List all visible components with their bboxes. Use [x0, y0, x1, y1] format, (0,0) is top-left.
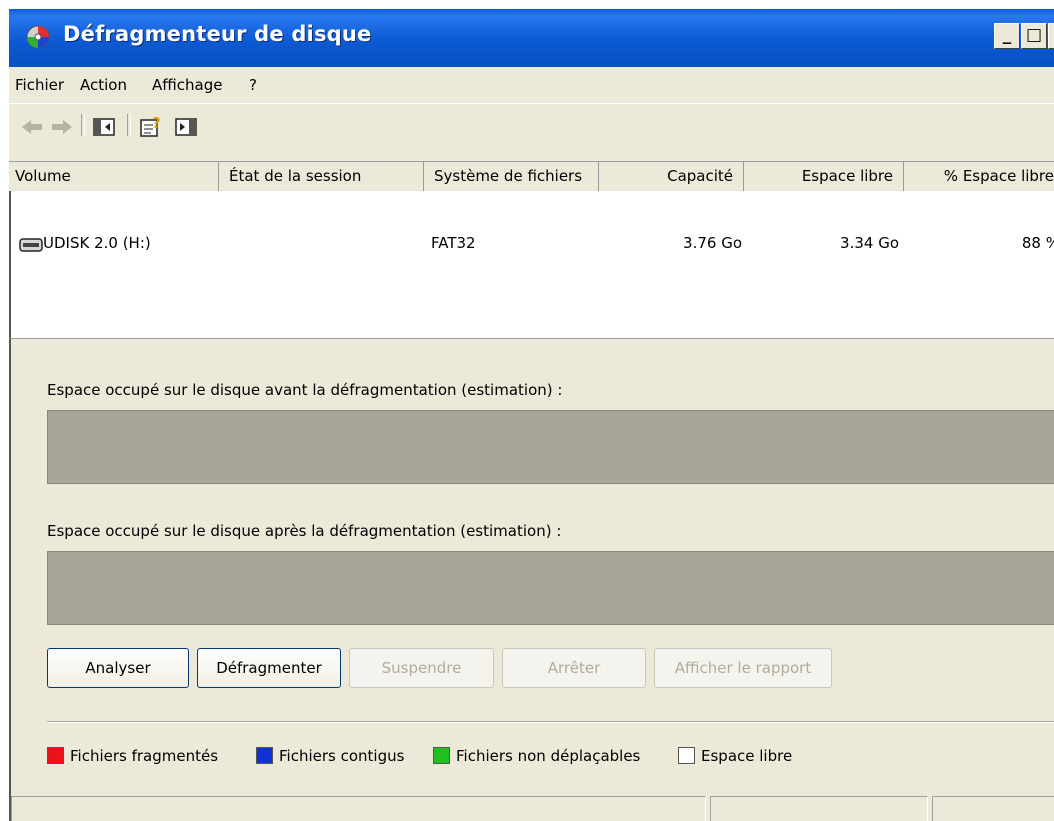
status-pane-3	[932, 796, 1054, 821]
defrag-window: Défragmenteur de disque _ □ × Fichier Ac…	[9, 9, 1054, 821]
removable-drive-icon	[19, 238, 43, 252]
legend-free-space-label: Espace libre	[701, 747, 793, 765]
before-defrag-display	[47, 410, 1054, 484]
legend-unmovable-label: Fichiers non déplaçables	[456, 747, 641, 765]
analysis-panel: Espace occupé sur le disque avant la déf…	[9, 338, 1054, 821]
legend-fragmented: Fichiers fragmentés	[47, 747, 218, 765]
volume-name: UDISK 2.0 (H:)	[43, 234, 151, 252]
volume-list-header: Volume État de la session Système de fic…	[9, 161, 1054, 192]
free-space-swatch	[678, 747, 695, 764]
legend-unmovable: Fichiers non déplaçables	[433, 747, 640, 765]
unmovable-swatch	[433, 747, 450, 764]
show-hide-action-pane-icon[interactable]	[171, 114, 201, 140]
after-defrag-display	[47, 551, 1054, 625]
maximize-button[interactable]: □	[1021, 23, 1047, 49]
status-pane-2	[710, 796, 928, 821]
view-report-button[interactable]: Afficher le rapport	[654, 648, 832, 688]
contiguous-swatch	[256, 747, 273, 764]
volume-filesystem: FAT32	[431, 234, 476, 252]
title-bar[interactable]: Défragmenteur de disque _ □ ×	[9, 9, 1054, 67]
analyze-button[interactable]: Analyser	[47, 648, 189, 688]
column-capacity[interactable]: Capacité	[599, 162, 744, 192]
close-button[interactable]: ×	[1048, 23, 1054, 49]
defrag-app-icon	[26, 25, 50, 49]
legend-contiguous: Fichiers contigus	[256, 747, 404, 765]
legend-contiguous-label: Fichiers contigus	[279, 747, 405, 765]
toolbar-separator	[81, 114, 85, 136]
menu-help[interactable]: ?	[249, 76, 257, 94]
minimize-button[interactable]: _	[994, 23, 1020, 49]
pause-button[interactable]: Suspendre	[349, 648, 494, 688]
legend-free-space: Espace libre	[678, 747, 792, 765]
svg-text:?: ?	[152, 114, 161, 132]
volume-list: UDISK 2.0 (H:) FAT32 3.76 Go 3.34 Go 88 …	[9, 191, 1054, 338]
column-filesystem[interactable]: Système de fichiers	[424, 162, 599, 192]
stop-button[interactable]: Arrêter	[502, 648, 646, 688]
status-pane-main	[11, 796, 706, 821]
after-defrag-label: Espace occupé sur le disque après la déf…	[47, 522, 562, 540]
status-bar	[11, 796, 1054, 821]
forward-arrow-icon[interactable]	[47, 114, 77, 140]
help-icon[interactable]: ?	[137, 114, 167, 140]
volume-percent-free: 88 %	[1021, 234, 1054, 252]
back-arrow-icon[interactable]	[17, 114, 47, 140]
column-percent-free[interactable]: % Espace libre	[904, 162, 1054, 192]
volume-capacity: 3.76 Go	[683, 234, 742, 252]
column-volume[interactable]: Volume	[9, 162, 219, 192]
menu-bar: Fichier Action Affichage ?	[9, 67, 1054, 101]
toolbar-separator	[127, 114, 131, 136]
fragmented-swatch	[47, 747, 64, 764]
defragment-button[interactable]: Défragmenter	[197, 648, 341, 688]
toolbar: ?	[9, 103, 1054, 160]
show-hide-console-tree-icon[interactable]	[89, 114, 119, 140]
legend-divider	[47, 721, 1054, 723]
before-defrag-label: Espace occupé sur le disque avant la déf…	[47, 381, 563, 399]
menu-action[interactable]: Action	[80, 76, 127, 94]
column-session-state[interactable]: État de la session	[219, 162, 424, 192]
volume-free-space: 3.34 Go	[840, 234, 899, 252]
legend-fragmented-label: Fichiers fragmentés	[70, 747, 219, 765]
window-title: Défragmenteur de disque	[63, 22, 372, 46]
menu-fichier[interactable]: Fichier	[15, 76, 64, 94]
menu-affichage[interactable]: Affichage	[152, 76, 222, 94]
column-free-space[interactable]: Espace libre	[744, 162, 904, 192]
